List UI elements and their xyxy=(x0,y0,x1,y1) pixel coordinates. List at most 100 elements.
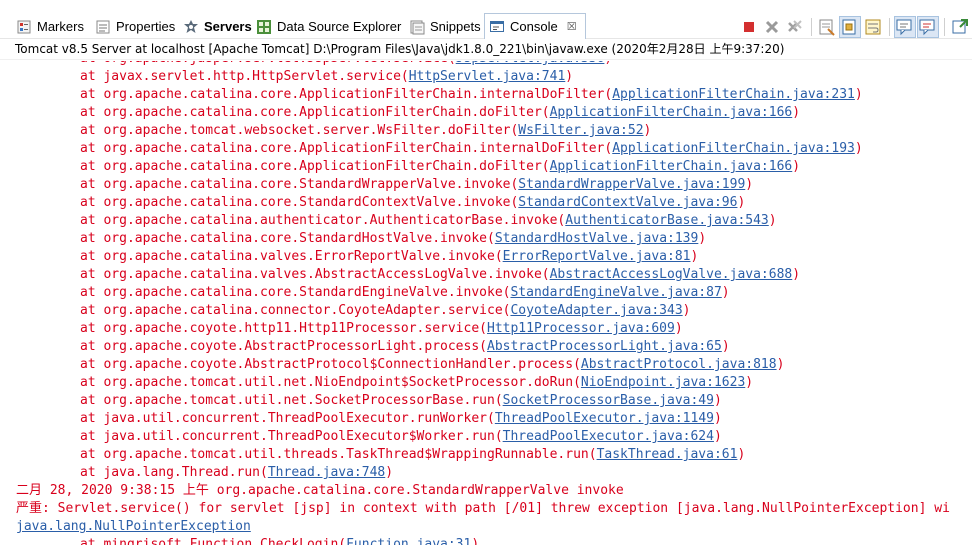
source-link[interactable]: NioEndpoint.java:1623 xyxy=(581,375,745,390)
data-source-explorer-icon xyxy=(256,19,272,35)
frame-suffix: ) xyxy=(713,411,722,426)
severe-message-line: 严重: Servlet.service() for servlet [jsp] … xyxy=(16,501,950,516)
tab-console[interactable]: Console ☒ xyxy=(484,13,586,39)
frame-suffix: ) xyxy=(776,357,785,372)
tab-data-source-explorer[interactable]: Data Source Explorer xyxy=(256,14,401,39)
frame-suffix: ) xyxy=(854,87,863,102)
frame-suffix: ) xyxy=(768,213,777,228)
tab-snippets[interactable]: Snippets xyxy=(409,14,481,39)
source-link[interactable]: AbstractProcessorLight.java:65 xyxy=(487,339,722,354)
stack-frame-line: at org.apache.tomcat.util.net.SocketProc… xyxy=(16,392,950,410)
frame-method: at org.apache.tomcat.util.net.SocketProc… xyxy=(80,393,503,408)
terminate-icon[interactable] xyxy=(738,16,760,38)
source-link[interactable]: ApplicationFilterChain.java:231 xyxy=(612,87,855,102)
stack-frame-line: at org.apache.catalina.connector.CoyoteA… xyxy=(16,302,950,320)
source-link[interactable]: HttpServlet.java:741 xyxy=(409,69,566,84)
frame-suffix: ) xyxy=(792,267,801,282)
frame-method: at org.apache.catalina.core.StandardHost… xyxy=(80,231,495,246)
stack-frame-line: at org.apache.catalina.valves.AbstractAc… xyxy=(16,266,950,284)
source-link[interactable]: StandardContextValve.java:96 xyxy=(518,195,737,210)
stack-frame-line: at javax.servlet.http.HttpServlet.servic… xyxy=(16,68,950,86)
word-wrap-icon[interactable] xyxy=(862,16,884,38)
tab-servers[interactable]: Servers xyxy=(183,14,252,39)
source-link[interactable]: ApplicationFilterChain.java:166 xyxy=(550,159,793,174)
remove-all-terminated-icon[interactable] xyxy=(784,16,806,38)
source-link[interactable]: ApplicationFilterChain.java:193 xyxy=(612,141,855,156)
stack-frame-line: at org.apache.catalina.core.StandardWrap… xyxy=(16,176,950,194)
frame-suffix: ) xyxy=(690,249,699,264)
show-on-stdout-icon[interactable] xyxy=(894,16,916,38)
stack-frame-line: at org.apache.catalina.authenticator.Aut… xyxy=(16,212,950,230)
close-icon[interactable]: ☒ xyxy=(567,20,577,33)
tab-label: Markers xyxy=(37,19,84,34)
frame-method: at org.apache.catalina.valves.ErrorRepor… xyxy=(80,249,503,264)
frame-method: at org.apache.catalina.core.StandardCont… xyxy=(80,195,519,210)
frame-suffix: ) xyxy=(643,123,652,138)
frame-method: at org.apache.coyote.AbstractProtocol$Co… xyxy=(80,357,581,372)
frame-suffix: ) xyxy=(721,285,730,300)
console-lines: at org.apache.jasper.servlet.JspServlet.… xyxy=(16,61,950,545)
source-link[interactable]: TaskThread.java:61 xyxy=(597,447,738,462)
source-link[interactable]: Http11Processor.java:609 xyxy=(487,321,675,336)
source-link[interactable]: StandardEngineValve.java:87 xyxy=(510,285,721,300)
frame-method: at org.apache.catalina.core.ApplicationF… xyxy=(80,87,613,102)
stack-frame-line: at org.apache.jasper.servlet.JspServlet.… xyxy=(16,61,950,68)
stack-frame-line: at org.apache.tomcat.util.net.NioEndpoin… xyxy=(16,374,950,392)
tab-label: Data Source Explorer xyxy=(277,19,402,34)
tab-label: Servers xyxy=(204,19,252,34)
frame-method: at javax.servlet.http.HttpServlet.servic… xyxy=(80,69,409,84)
process-description: Tomcat v8.5 Server at localhost [Apache … xyxy=(0,39,972,60)
frame-suffix: ) xyxy=(745,375,754,390)
scroll-lock-icon[interactable] xyxy=(839,16,861,38)
stack-frame-line: at org.apache.catalina.core.StandardEngi… xyxy=(16,284,950,302)
stack-frame-line: at org.apache.catalina.core.StandardCont… xyxy=(16,194,950,212)
stack-frame-line: at org.apache.catalina.valves.ErrorRepor… xyxy=(16,248,950,266)
stack-frame-line: at org.apache.tomcat.websocket.server.Ws… xyxy=(16,122,950,140)
toolbar-separator xyxy=(889,18,890,36)
stack-frame-line: at org.apache.tomcat.util.threads.TaskTh… xyxy=(16,446,950,464)
tab-label: Snippets xyxy=(430,19,481,34)
toolbar-separator xyxy=(811,18,812,36)
source-link[interactable]: ThreadPoolExecutor.java:624 xyxy=(503,429,714,444)
source-link[interactable]: StandardHostValve.java:139 xyxy=(495,231,699,246)
source-link[interactable]: StandardWrapperValve.java:199 xyxy=(518,177,745,192)
source-link[interactable]: ApplicationFilterChain.java:166 xyxy=(550,105,793,120)
frame-method: at org.apache.catalina.core.ApplicationF… xyxy=(80,141,613,156)
frame-method: at java.lang.Thread.run( xyxy=(80,465,268,480)
pin-console-icon[interactable] xyxy=(949,16,971,38)
source-link[interactable]: AuthenticatorBase.java:543 xyxy=(565,213,769,228)
servers-icon xyxy=(183,19,199,35)
frame-suffix: ) xyxy=(713,393,722,408)
stack-frame-line: at org.apache.catalina.core.ApplicationF… xyxy=(16,140,950,158)
frame-suffix: ) xyxy=(721,339,730,354)
log-header-line: 二月 28, 2020 9:38:15 上午 org.apache.catali… xyxy=(16,483,624,498)
source-link[interactable]: JspServlet.java:336 xyxy=(456,61,605,66)
frame-suffix: ) xyxy=(792,105,801,120)
frame-suffix: ) xyxy=(604,61,612,66)
frame-method: at org.apache.catalina.connector.CoyoteA… xyxy=(80,303,511,318)
source-link[interactable]: CoyoteAdapter.java:343 xyxy=(510,303,682,318)
source-link[interactable]: ThreadPoolExecutor.java:1149 xyxy=(495,411,714,426)
source-link[interactable]: SocketProcessorBase.java:49 xyxy=(503,393,714,408)
remove-launch-icon[interactable] xyxy=(761,16,783,38)
source-link[interactable]: ErrorReportValve.java:81 xyxy=(503,249,691,264)
frame-method: at org.apache.catalina.authenticator.Aut… xyxy=(80,213,566,228)
exception-line: java.lang.NullPointerException xyxy=(16,518,950,536)
stack-frame-line: at org.apache.coyote.AbstractProcessorLi… xyxy=(16,338,950,356)
console-output[interactable]: at org.apache.jasper.servlet.JspServlet.… xyxy=(0,61,972,545)
exception-link[interactable]: java.lang.NullPointerException xyxy=(16,519,251,534)
tab-properties[interactable]: Properties xyxy=(95,14,175,39)
console-toolbar xyxy=(738,16,972,38)
show-on-stderr-icon[interactable] xyxy=(917,16,939,38)
source-link[interactable]: AbstractAccessLogValve.java:688 xyxy=(550,267,793,282)
source-link[interactable]: Thread.java:748 xyxy=(268,465,385,480)
tab-markers[interactable]: Markers xyxy=(16,14,84,39)
frame-suffix: ) xyxy=(674,321,683,336)
frame-suffix: ) xyxy=(682,303,691,318)
source-link[interactable]: WsFilter.java:52 xyxy=(518,123,643,138)
clear-console-icon[interactable] xyxy=(816,16,838,38)
source-link[interactable]: Function.java:31 xyxy=(346,537,471,545)
stack-frame-line: at org.apache.coyote.AbstractProtocol$Co… xyxy=(16,356,950,374)
source-link[interactable]: AbstractProtocol.java:818 xyxy=(581,357,777,372)
snippets-icon xyxy=(409,19,425,35)
